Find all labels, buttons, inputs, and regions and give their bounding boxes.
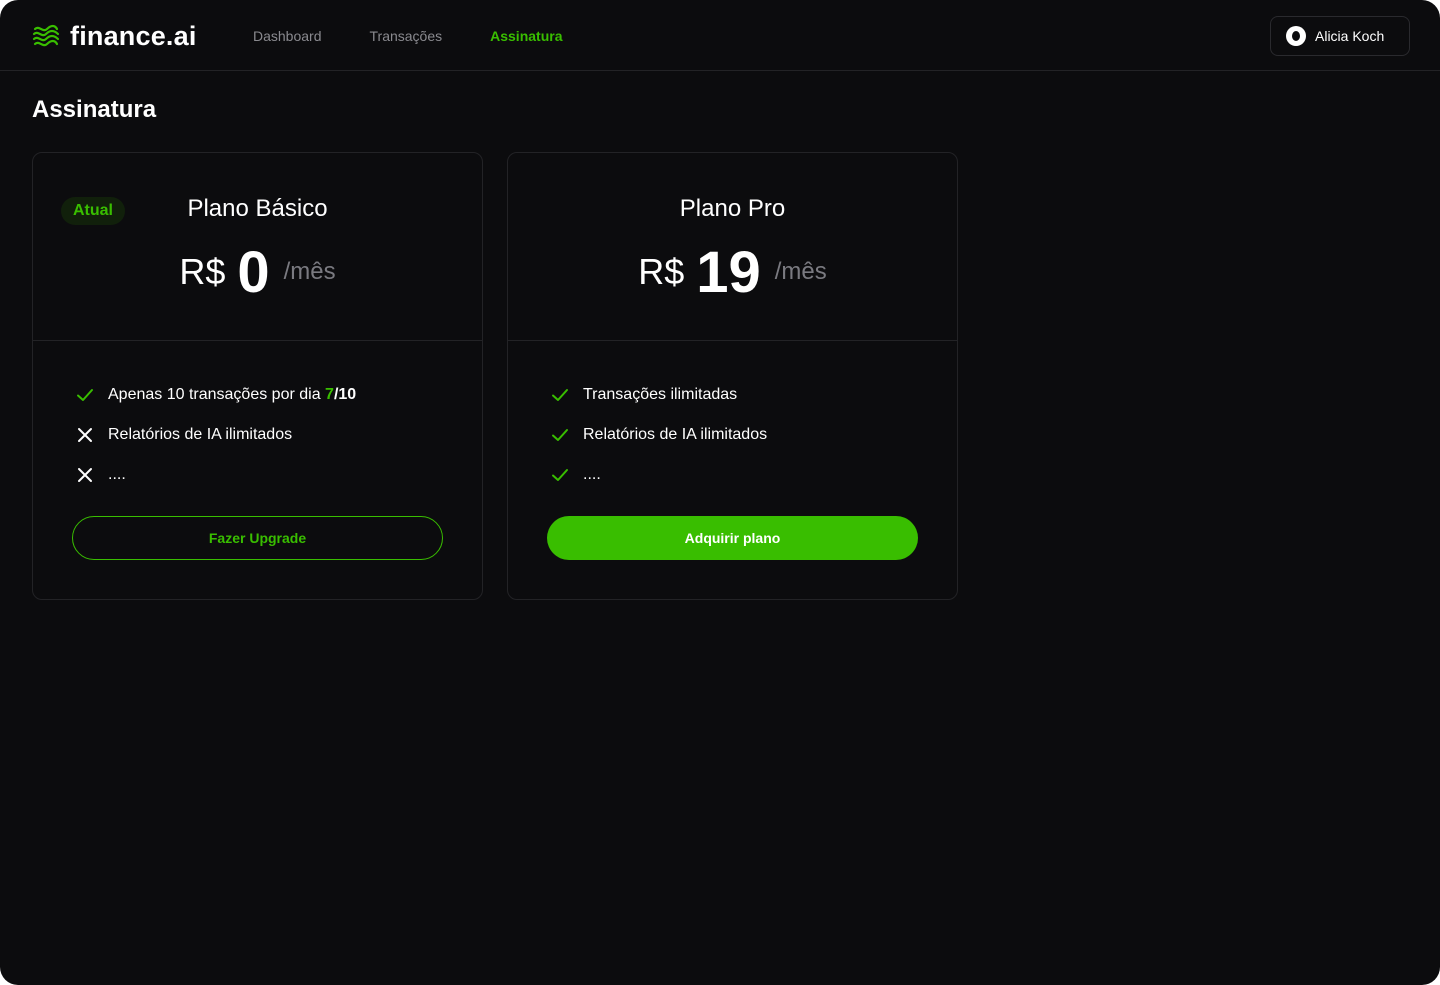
feature-text: .... bbox=[108, 466, 126, 483]
user-name: Alicia Koch bbox=[1315, 28, 1385, 44]
nav-item-transacoes[interactable]: Transações bbox=[370, 28, 443, 44]
plan-price: R$ 19 /mês bbox=[508, 237, 957, 307]
feature-item: .... bbox=[73, 455, 356, 495]
nav-item-assinatura[interactable]: Assinatura bbox=[490, 28, 562, 44]
check-icon bbox=[548, 463, 572, 487]
app-window: finance.ai Dashboard Transações Assinatu… bbox=[0, 0, 1440, 985]
check-icon bbox=[548, 423, 572, 447]
price-currency: R$ bbox=[179, 251, 226, 292]
logo-text: finance.ai bbox=[70, 20, 197, 51]
main-nav: Dashboard Transações Assinatura bbox=[253, 0, 610, 71]
plan-card-header: Atual Plano Básico R$ 0 /mês bbox=[33, 153, 482, 341]
price-period: /mês bbox=[283, 258, 336, 285]
logo[interactable]: finance.ai bbox=[32, 20, 197, 52]
top-navbar: finance.ai Dashboard Transações Assinatu… bbox=[0, 0, 1440, 71]
feature-item: Apenas 10 transações por dia 7/10 bbox=[73, 375, 356, 415]
upgrade-button[interactable]: Fazer Upgrade bbox=[72, 516, 443, 560]
price-period: /mês bbox=[774, 258, 827, 285]
feature-item: Transações ilimitadas bbox=[548, 375, 767, 415]
plan-name: Plano Básico bbox=[187, 195, 328, 222]
feature-text: Transações ilimitadas bbox=[583, 386, 738, 403]
check-icon bbox=[73, 383, 97, 407]
transactions-used: 7 bbox=[325, 386, 334, 403]
logo-waves-icon bbox=[32, 22, 60, 50]
plan-card-pro: Plano Pro R$ 19 /mês Transações ilimitad… bbox=[507, 152, 958, 600]
page-title: Assinatura bbox=[32, 96, 157, 123]
plan-price: R$ 0 /mês bbox=[33, 237, 482, 307]
price-amount: 0 bbox=[237, 239, 270, 305]
user-avatar-icon bbox=[1286, 26, 1306, 46]
price-currency: R$ bbox=[638, 251, 685, 292]
plan-card-basic: Atual Plano Básico R$ 0 /mês Apenas 10 t… bbox=[32, 152, 483, 600]
feature-item: Relatórios de IA ilimitados bbox=[73, 415, 356, 455]
transactions-total: /10 bbox=[333, 386, 357, 403]
feature-text: Apenas 10 transações por dia 7/10 bbox=[108, 386, 357, 403]
close-icon bbox=[73, 463, 97, 487]
plan-name: Plano Pro bbox=[679, 195, 786, 222]
user-menu-button[interactable]: Alicia Koch bbox=[1270, 16, 1410, 56]
price-amount: 19 bbox=[696, 239, 761, 305]
plan-features-list: Transações ilimitadas Relatórios de IA i… bbox=[548, 375, 767, 495]
feature-text: Relatórios de IA ilimitados bbox=[583, 426, 768, 443]
nav-item-dashboard[interactable]: Dashboard bbox=[253, 28, 322, 44]
feature-item: .... bbox=[548, 455, 767, 495]
feature-item: Relatórios de IA ilimitados bbox=[548, 415, 767, 455]
buy-plan-button[interactable]: Adquirir plano bbox=[547, 516, 918, 560]
plan-card-header: Plano Pro R$ 19 /mês bbox=[508, 153, 957, 341]
close-icon bbox=[73, 423, 97, 447]
check-icon bbox=[548, 383, 572, 407]
feature-text: .... bbox=[583, 466, 601, 483]
feature-text: Relatórios de IA ilimitados bbox=[108, 426, 293, 443]
plan-features-list: Apenas 10 transações por dia 7/10 Relató… bbox=[73, 375, 356, 495]
